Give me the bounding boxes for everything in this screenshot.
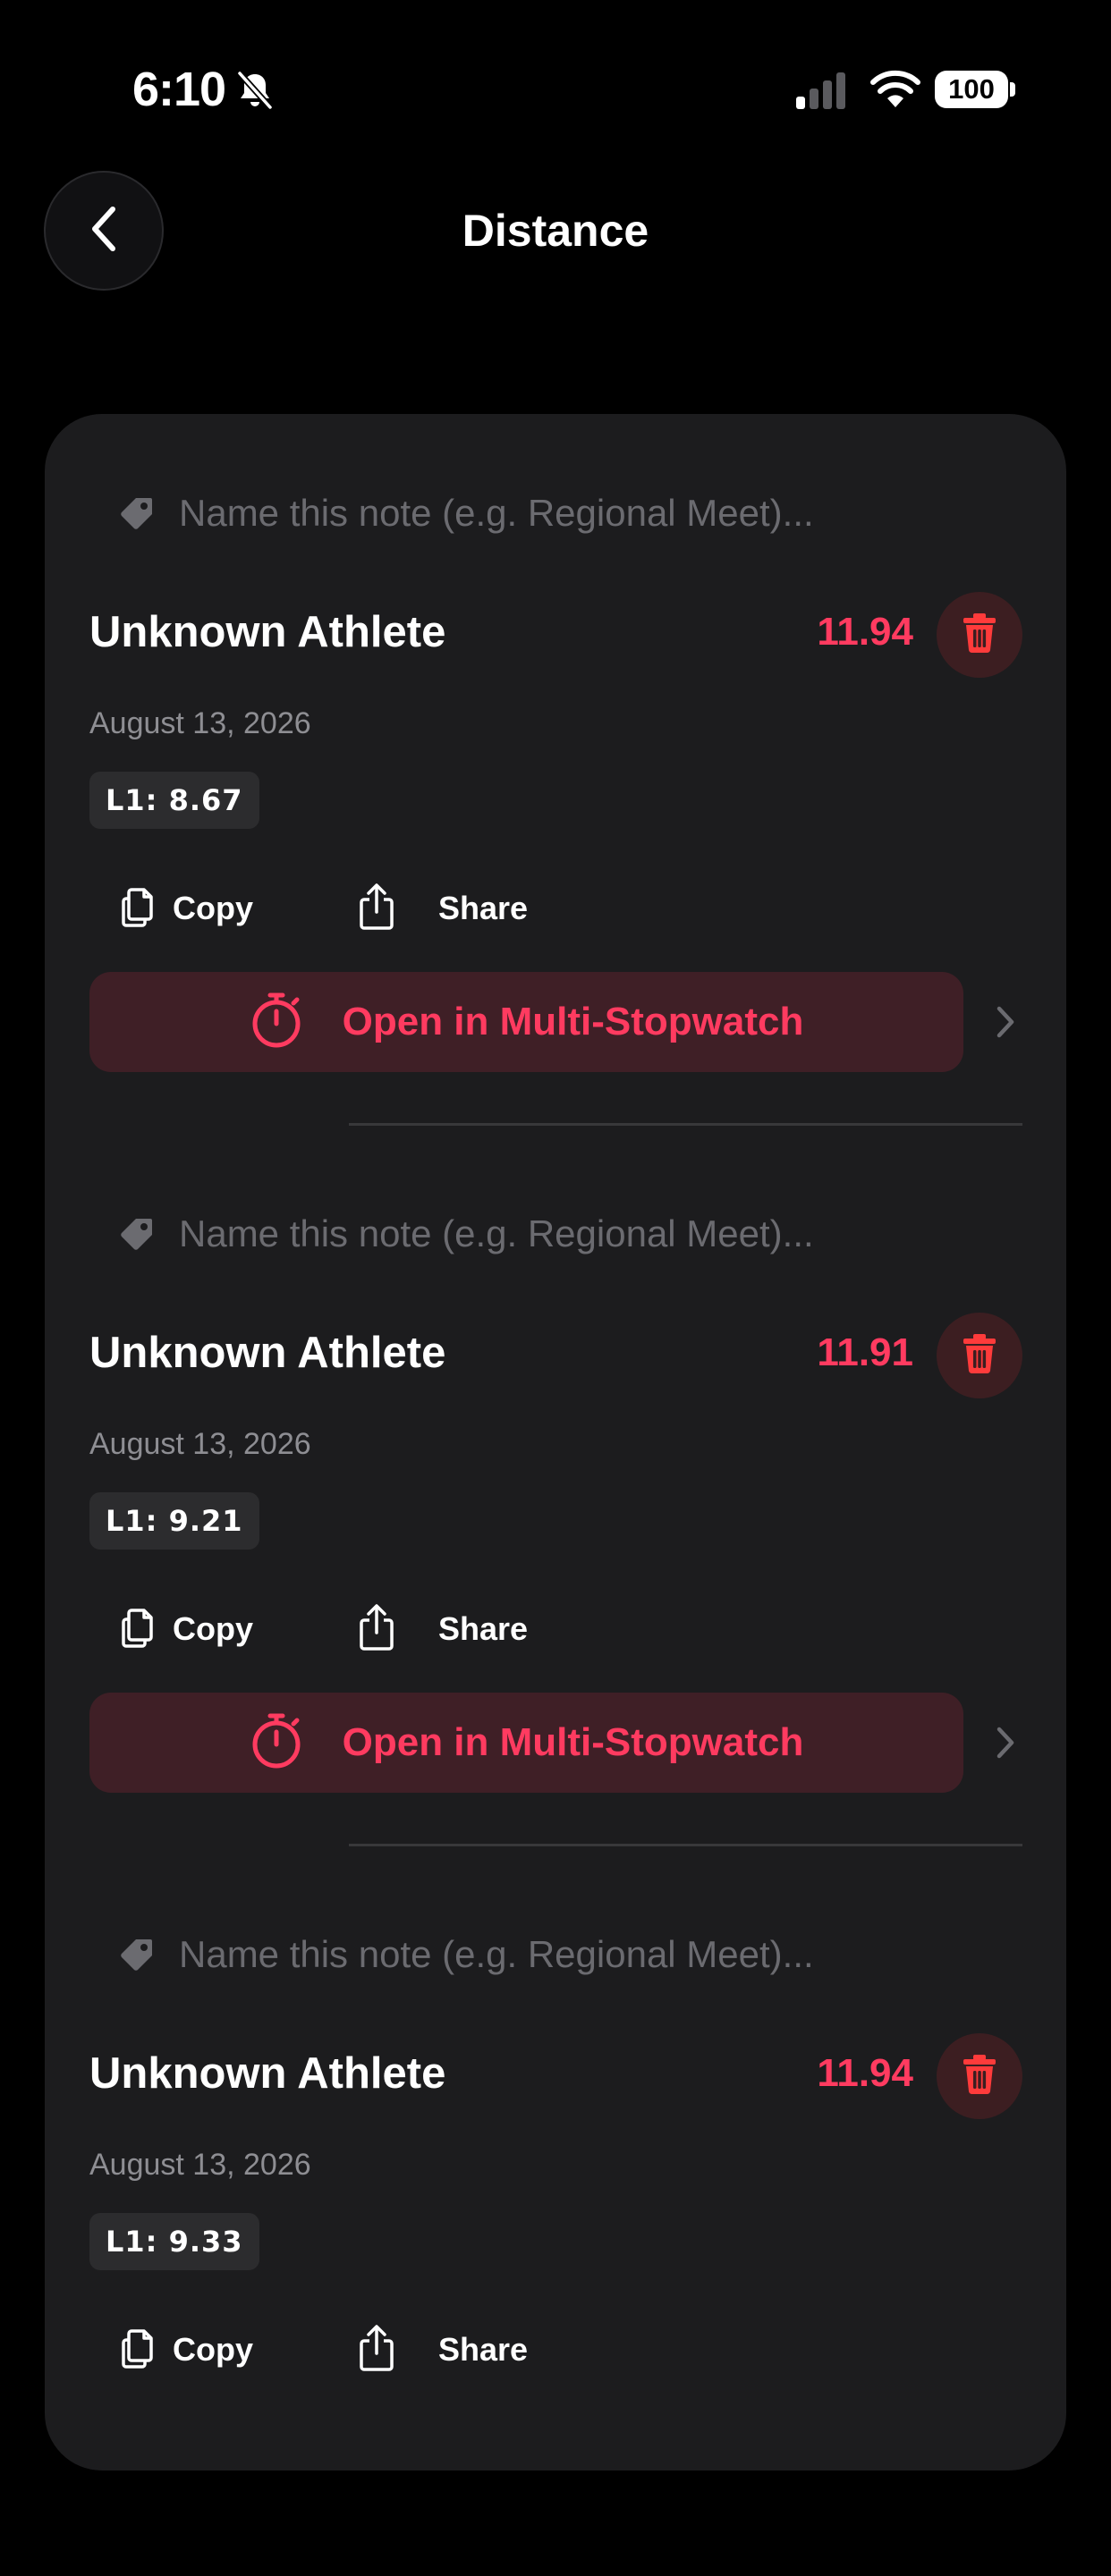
status-bar: 6:10 100 bbox=[0, 0, 1111, 179]
stopwatch-icon bbox=[250, 1712, 303, 1774]
status-time: 6:10 bbox=[132, 63, 226, 116]
result-time: 11.91 bbox=[817, 1330, 913, 1374]
result-time: 11.94 bbox=[817, 2051, 913, 2095]
stopwatch-label: Open in Multi-Stopwatch bbox=[342, 1720, 804, 1764]
lap-split-badge: L1: 8.67 bbox=[89, 772, 259, 829]
share-button[interactable]: Share bbox=[358, 1598, 528, 1660]
share-label: Share bbox=[438, 890, 529, 926]
trash-icon bbox=[962, 2054, 997, 2099]
copy-icon bbox=[121, 1607, 157, 1652]
copy-button[interactable]: Copy bbox=[121, 879, 253, 938]
result-entry: Name this note (e.g. Regional Meet)... U… bbox=[45, 1855, 1066, 2576]
open-multi-stopwatch-button[interactable]: Open in Multi-Stopwatch bbox=[89, 1693, 963, 1793]
wifi-icon bbox=[869, 70, 921, 114]
trash-icon bbox=[962, 612, 997, 658]
entry-date: August 13, 2026 bbox=[89, 1427, 311, 1461]
athlete-name: Unknown Athlete bbox=[89, 608, 446, 656]
note-name-input[interactable]: Name this note (e.g. Regional Meet)... bbox=[179, 1932, 814, 1977]
copy-label: Copy bbox=[173, 2331, 253, 2368]
entry-date: August 13, 2026 bbox=[89, 706, 311, 740]
chevron-right-icon[interactable] bbox=[995, 1004, 1016, 1044]
share-label: Share bbox=[438, 2331, 529, 2368]
copy-icon bbox=[121, 886, 157, 932]
divider bbox=[349, 1123, 1022, 1126]
share-icon bbox=[358, 1603, 395, 1655]
athlete-name: Unknown Athlete bbox=[89, 1329, 446, 1377]
copy-label: Copy bbox=[173, 890, 253, 926]
stopwatch-icon bbox=[250, 992, 303, 1053]
share-icon bbox=[358, 883, 395, 934]
bell-off-icon bbox=[234, 70, 276, 115]
copy-button[interactable]: Copy bbox=[121, 1600, 253, 1659]
signal-icon bbox=[794, 72, 850, 114]
open-multi-stopwatch-button[interactable]: Open in Multi-Stopwatch bbox=[89, 972, 963, 1072]
share-icon bbox=[358, 2324, 395, 2376]
trash-icon bbox=[962, 1333, 997, 1379]
tag-icon bbox=[118, 1215, 156, 1257]
share-label: Share bbox=[438, 1610, 529, 1647]
result-time: 11.94 bbox=[817, 610, 913, 654]
share-button[interactable]: Share bbox=[358, 877, 528, 940]
copy-label: Copy bbox=[173, 1610, 253, 1647]
lap-split-badge: L1: 9.33 bbox=[89, 2213, 259, 2270]
tag-icon bbox=[118, 494, 156, 536]
delete-button[interactable] bbox=[937, 592, 1022, 678]
delete-button[interactable] bbox=[937, 1313, 1022, 1398]
divider bbox=[349, 1844, 1022, 1846]
share-button[interactable]: Share bbox=[358, 2318, 528, 2381]
result-entry: Name this note (e.g. Regional Meet)... U… bbox=[45, 1135, 1066, 1855]
copy-icon bbox=[121, 2327, 157, 2373]
athlete-name: Unknown Athlete bbox=[89, 2049, 446, 2098]
tag-icon bbox=[118, 1936, 156, 1978]
delete-button[interactable] bbox=[937, 2033, 1022, 2119]
note-name-input[interactable]: Name this note (e.g. Regional Meet)... bbox=[179, 491, 814, 536]
results-card: Name this note (e.g. Regional Meet)... U… bbox=[45, 414, 1066, 2470]
copy-button[interactable]: Copy bbox=[121, 2320, 253, 2379]
battery-icon: 100 bbox=[935, 71, 1008, 108]
battery-tip bbox=[1010, 82, 1015, 97]
page-title: Distance bbox=[462, 206, 649, 256]
lap-split-badge: L1: 9.21 bbox=[89, 1492, 259, 1550]
result-entry: Name this note (e.g. Regional Meet)... U… bbox=[45, 414, 1066, 1135]
chevron-right-icon[interactable] bbox=[995, 1725, 1016, 1765]
entry-date: August 13, 2026 bbox=[89, 2148, 311, 2182]
note-name-input[interactable]: Name this note (e.g. Regional Meet)... bbox=[179, 1212, 814, 1256]
stopwatch-label: Open in Multi-Stopwatch bbox=[342, 1000, 804, 1043]
